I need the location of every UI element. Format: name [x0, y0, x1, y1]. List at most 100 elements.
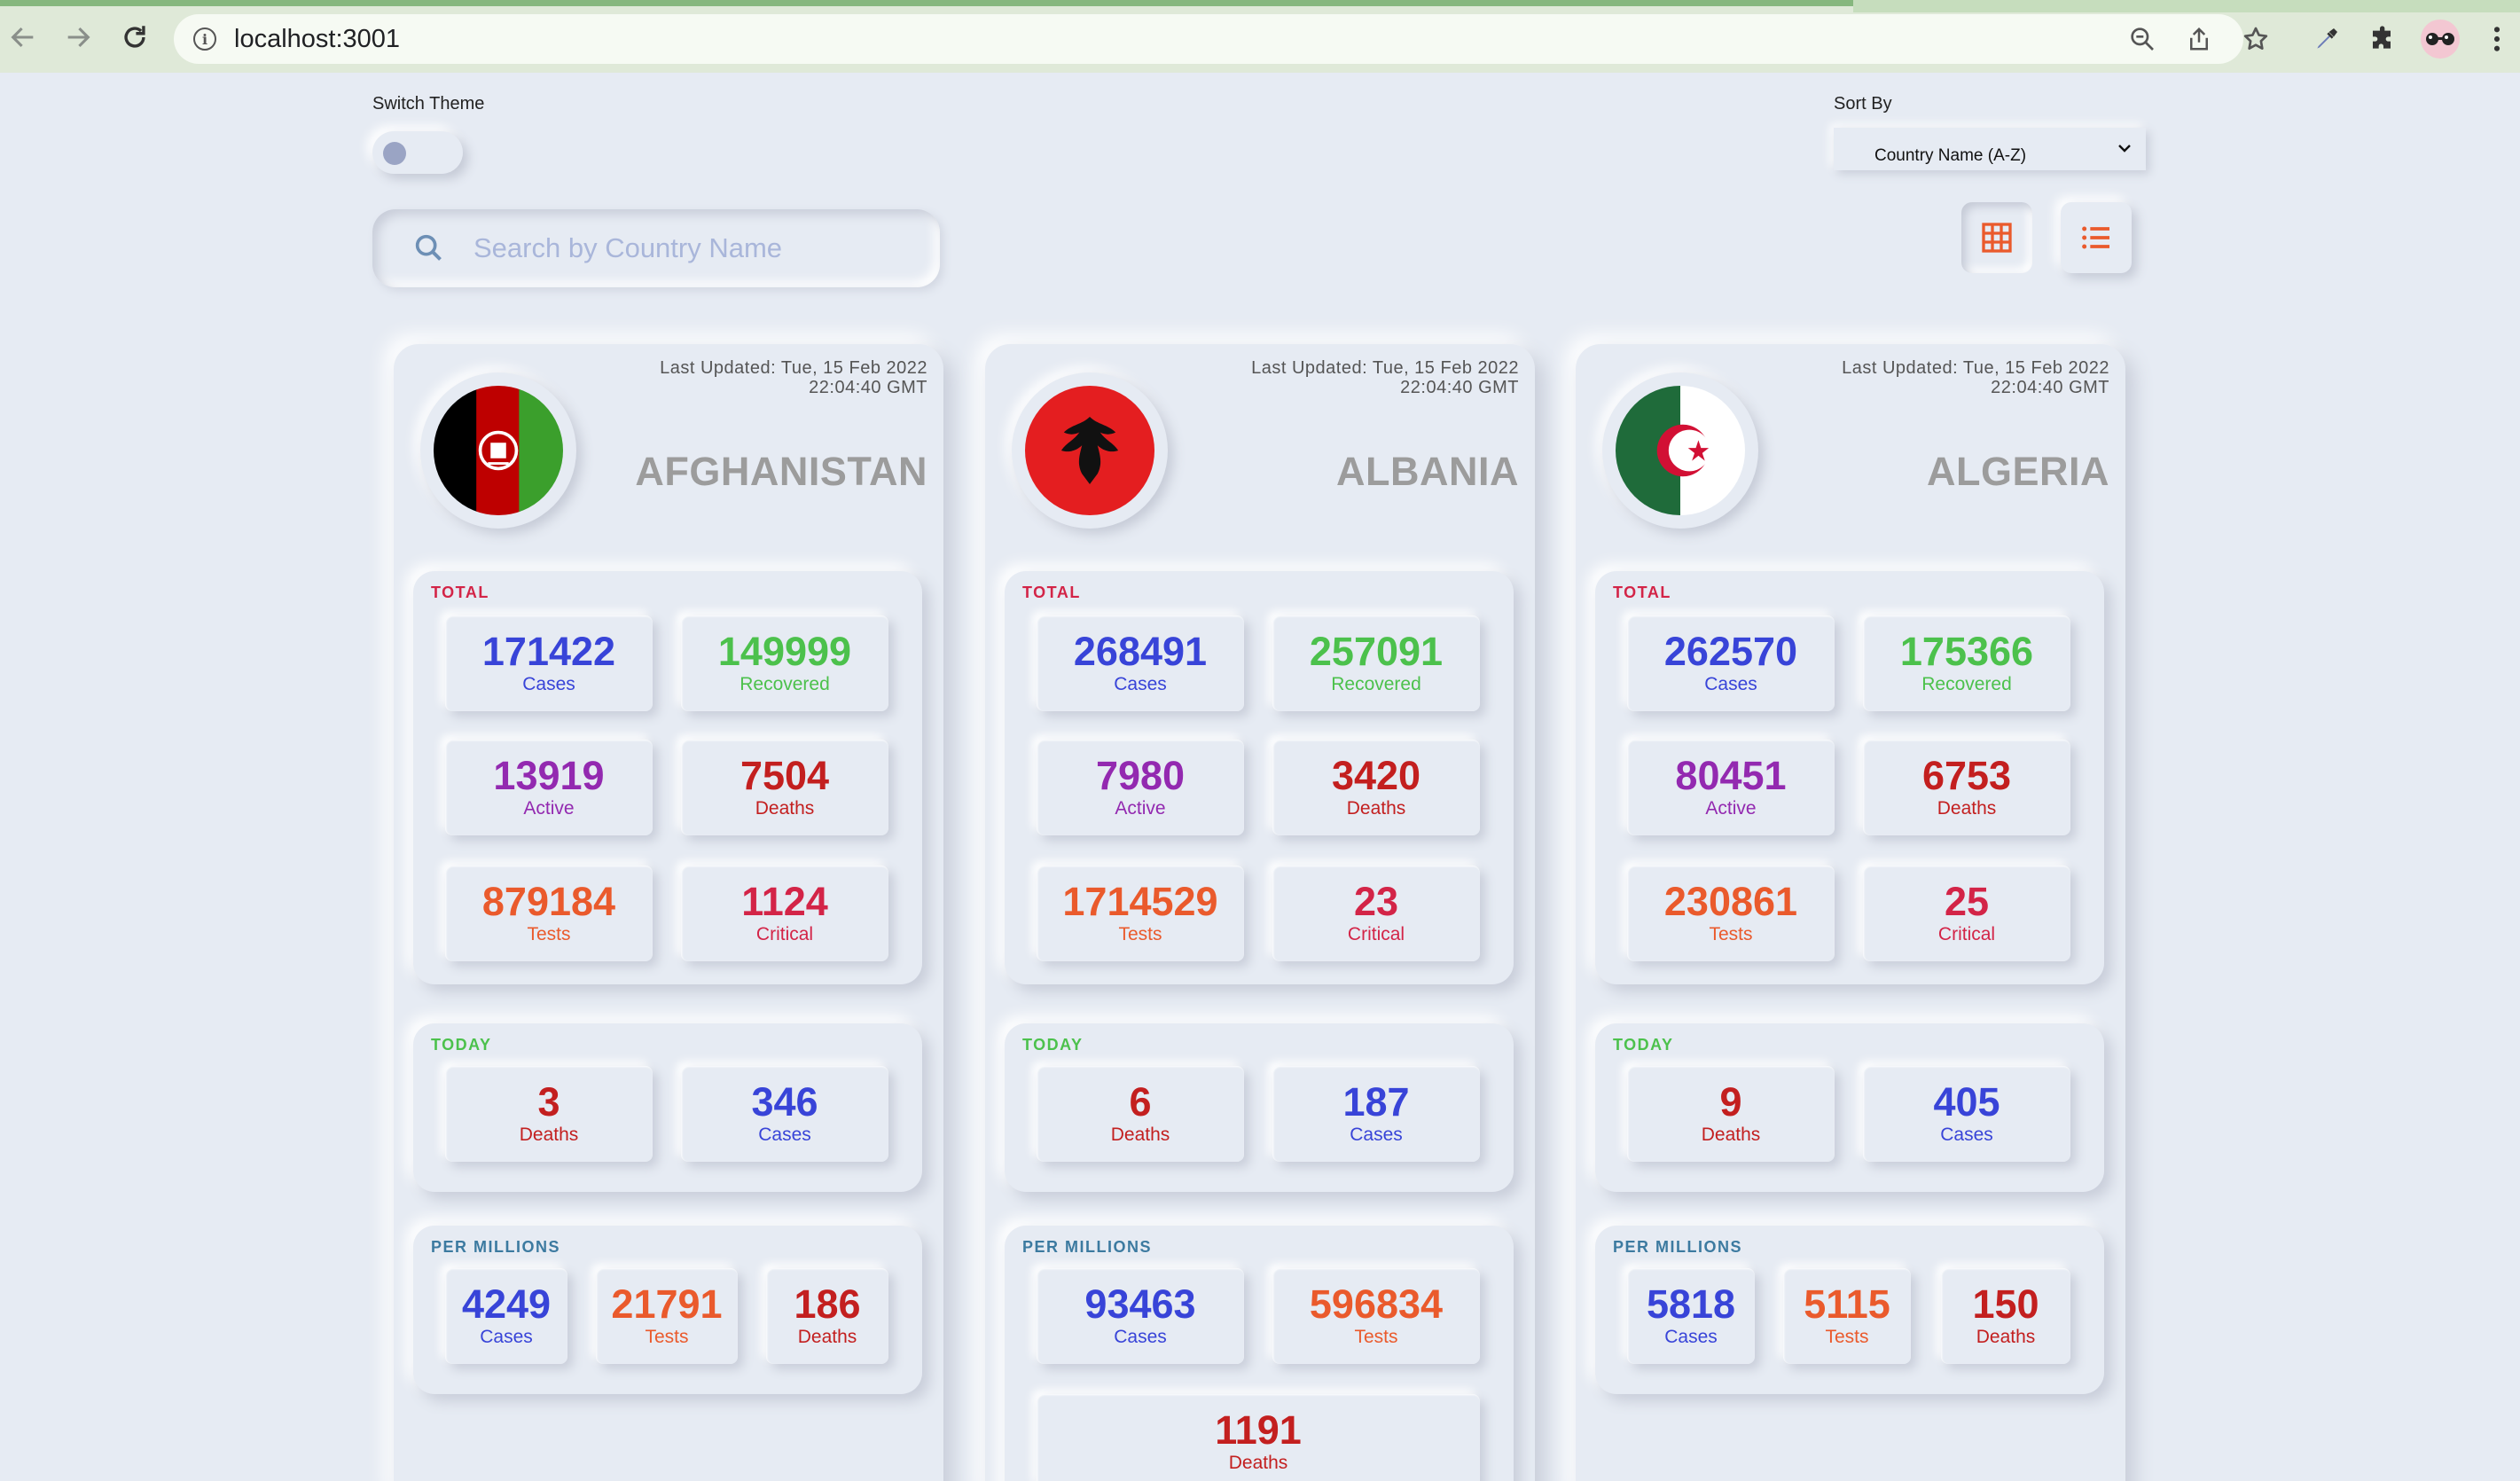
sort-by-label: Sort By [1834, 94, 1892, 114]
site-info-icon[interactable]: i [193, 27, 216, 51]
stat-label: Deaths [1228, 1453, 1288, 1473]
profile-avatar[interactable] [2421, 20, 2460, 59]
last-updated-date: Last Updated: Tue, 15 Feb 2022 [660, 358, 927, 378]
stat-label: Deaths [1110, 1124, 1170, 1145]
search-box[interactable] [372, 209, 940, 287]
grid-view-icon [1982, 223, 2012, 253]
country-flag [1012, 372, 1168, 529]
eyedropper-extension[interactable] [2305, 18, 2348, 60]
stat-label: Cases [1704, 674, 1757, 694]
last-updated: Last Updated: Tue, 15 Feb 2022 22:04:40 … [660, 358, 927, 397]
share-button[interactable] [2178, 18, 2220, 60]
today-deaths-stat: 6 Deaths [1037, 1066, 1244, 1162]
section-title: TOTAL [431, 584, 489, 601]
switch-theme-label: Switch Theme [372, 94, 485, 114]
glasses-icon [2426, 33, 2454, 45]
stat-value: 3 [537, 1079, 560, 1124]
zoom-icon [2131, 27, 2154, 51]
total-tests-stat: 230861 Tests [1627, 866, 1835, 961]
stat-value: 13919 [493, 753, 605, 798]
section-title: TODAY [1613, 1036, 1674, 1054]
browser-toolbar: i localhost:3001 [0, 0, 2520, 73]
share-icon [2190, 27, 2208, 51]
theme-toggle[interactable] [372, 131, 463, 174]
stat-value: 4249 [461, 1281, 552, 1327]
stat-label: Deaths [519, 1124, 579, 1145]
total-cases-stat: 262570 Cases [1627, 615, 1835, 711]
chevron-down-icon [2118, 145, 2131, 153]
stat-value: 149999 [717, 629, 852, 674]
eyedropper-icon [2317, 28, 2337, 49]
stat-value: 23 [1353, 879, 1399, 924]
stat-label: Cases [522, 674, 575, 694]
grid-view-button[interactable] [1961, 202, 2032, 273]
sort-selected-value: Country Name (A-Z) [1874, 146, 2027, 165]
stat-value: 1124 [741, 879, 828, 924]
country-flag [420, 372, 576, 529]
today-cases-stat: 405 Cases [1863, 1066, 2070, 1162]
reload-button[interactable] [115, 18, 154, 57]
search-input[interactable] [473, 232, 917, 264]
stat-label: Deaths [797, 1327, 857, 1347]
country-card-algeria[interactable]: Last Updated: Tue, 15 Feb 2022 22:04:40 … [1576, 344, 2125, 1481]
country-name: AFGHANISTAN [635, 449, 927, 494]
section-title: PER MILLIONS [431, 1238, 561, 1256]
section-title: PER MILLIONS [1613, 1238, 1743, 1256]
today-cases-stat: 346 Cases [681, 1066, 888, 1162]
stat-value: 3420 [1331, 753, 1421, 798]
country-name: ALGERIA [1927, 449, 2109, 494]
browser-menu-button[interactable] [2476, 18, 2518, 60]
address-bar[interactable]: i localhost:3001 [174, 14, 2243, 64]
per-million-tests-stat: 21791 Tests [596, 1268, 738, 1364]
list-view-button[interactable] [2061, 202, 2132, 273]
forward-button[interactable] [59, 18, 98, 57]
total-tests-stat: 1714529 Tests [1037, 866, 1244, 961]
total-critical-stat: 1124 Critical [681, 866, 888, 961]
sort-select[interactable]: Country Name (A-Z) [1834, 128, 2146, 170]
total-active-stat: 80451 Active [1627, 740, 1835, 835]
stat-label: Deaths [1937, 798, 1997, 819]
total-active-stat: 13919 Active [445, 740, 653, 835]
stat-value: 230861 [1663, 879, 1798, 924]
per-million-deaths-stat: 150 Deaths [1941, 1268, 2070, 1364]
total-tests-stat: 879184 Tests [445, 866, 653, 961]
stat-value: 25 [1944, 879, 1990, 924]
country-card-albania[interactable]: Last Updated: Tue, 15 Feb 2022 22:04:40 … [985, 344, 1535, 1481]
zoom-button[interactable] [2121, 18, 2164, 60]
per-million-tests-stat: 5115 Tests [1783, 1268, 1911, 1364]
extensions-button[interactable] [2362, 18, 2405, 60]
stat-label: Cases [480, 1327, 533, 1347]
total-deaths-stat: 3420 Deaths [1272, 740, 1480, 835]
total-section: TOTAL 268491 Cases 257091 Recovered 7980… [1005, 571, 1514, 984]
stat-value: 186 [794, 1281, 861, 1327]
section-title: TODAY [1022, 1036, 1084, 1054]
page-load-progress [0, 0, 1853, 6]
stat-label: Recovered [1921, 674, 2012, 694]
total-critical-stat: 23 Critical [1272, 866, 1480, 961]
today-section: TODAY 9 Deaths 405 Cases [1595, 1023, 2104, 1192]
country-card-afghanistan[interactable]: Last Updated: Tue, 15 Feb 2022 22:04:40 … [394, 344, 943, 1481]
last-updated-time: 22:04:40 GMT [1991, 378, 2109, 397]
stat-label: Cases [1114, 674, 1167, 694]
stat-label: Cases [1664, 1327, 1718, 1347]
algeria-flag-icon [1616, 386, 1745, 515]
theme-toggle-knob [383, 142, 406, 165]
total-active-stat: 7980 Active [1037, 740, 1244, 835]
total-recovered-stat: 257091 Recovered [1272, 615, 1480, 711]
afghanistan-flag-icon [434, 386, 563, 515]
stat-label: Tests [1354, 1327, 1398, 1347]
country-flag [1602, 372, 1758, 529]
total-critical-stat: 25 Critical [1863, 866, 2070, 961]
bookmark-button[interactable] [2234, 18, 2277, 60]
stat-label: Deaths [1701, 1124, 1761, 1145]
last-updated-time: 22:04:40 GMT [1400, 378, 1519, 397]
stat-label: Tests [1825, 1327, 1869, 1347]
back-button[interactable] [4, 18, 43, 57]
per-millions-section: PER MILLIONS 93463 Cases 596834 Tests 11… [1005, 1226, 1514, 1481]
stat-label: Tests [527, 924, 571, 944]
stat-label: Active [1705, 798, 1757, 819]
stat-label: Deaths [755, 798, 815, 819]
stat-value: 80451 [1675, 753, 1787, 798]
section-title: TOTAL [1613, 584, 1671, 601]
stat-label: Deaths [1976, 1327, 2036, 1347]
